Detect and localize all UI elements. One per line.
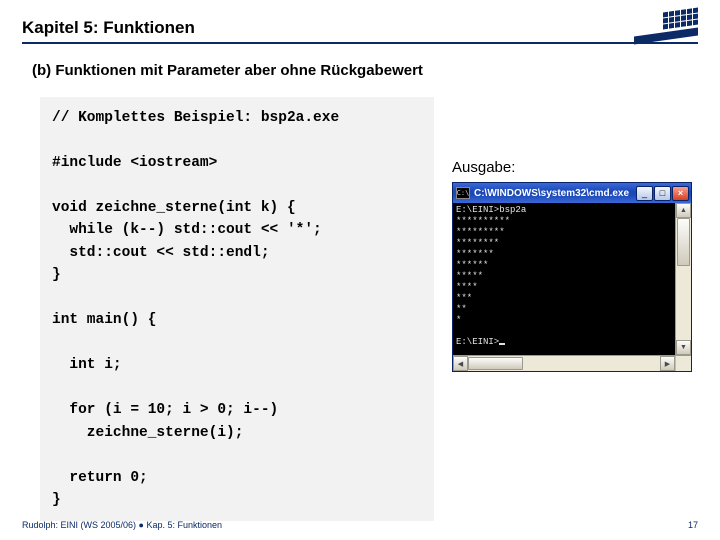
out-line: *******: [456, 249, 494, 259]
maximize-button[interactable]: □: [654, 186, 671, 201]
cursor-icon: [499, 343, 505, 345]
horizontal-scrollbar[interactable]: ◀ ▶: [453, 355, 691, 371]
logo-icon: [634, 12, 698, 42]
scroll-left-button[interactable]: ◀: [453, 356, 468, 371]
prompt: E:\EINI>: [456, 337, 499, 347]
vertical-scrollbar[interactable]: ▲ ▼: [675, 203, 691, 355]
minimize-button[interactable]: _: [636, 186, 653, 201]
scroll-track[interactable]: [468, 356, 660, 371]
footer: Rudolph: EINI (WS 2005/06) ● Kap. 5: Fun…: [22, 520, 698, 530]
scroll-track[interactable]: [676, 218, 691, 340]
slide-header: Kapitel 5: Funktionen: [22, 18, 698, 44]
out-line: ******: [456, 260, 488, 270]
out-line: *: [456, 315, 461, 325]
typed-command: bsp2a: [499, 205, 526, 215]
scroll-down-button[interactable]: ▼: [676, 340, 691, 355]
out-line: ****: [456, 282, 478, 292]
subsection-heading: (b) Funktionen mit Parameter aber ohne R…: [32, 62, 698, 79]
out-line: *****: [456, 271, 483, 281]
code-block: // Komplettes Beispiel: bsp2a.exe #inclu…: [40, 97, 434, 521]
close-button[interactable]: ×: [672, 186, 689, 201]
out-line: ***: [456, 293, 472, 303]
page-number: 17: [688, 520, 698, 530]
out-line: *********: [456, 227, 505, 237]
slide: Kapitel 5: Funktionen (b) Funktionen mit…: [0, 0, 720, 540]
out-line: **********: [456, 216, 510, 226]
cmd-window: C:\ C:\WINDOWS\system32\cmd.exe _ □ × E:…: [452, 182, 692, 372]
cmd-output: E:\EINI>bsp2a ********** ********* *****…: [453, 203, 675, 355]
scroll-corner: [675, 356, 691, 371]
chapter-title: Kapitel 5: Funktionen: [22, 18, 698, 42]
prompt: E:\EINI>: [456, 205, 499, 215]
scroll-right-button[interactable]: ▶: [660, 356, 675, 371]
content-row: // Komplettes Beispiel: bsp2a.exe #inclu…: [40, 97, 692, 521]
cmd-icon: C:\: [456, 187, 470, 199]
footer-text: Rudolph: EINI (WS 2005/06) ● Kap. 5: Fun…: [22, 520, 222, 530]
cmd-body: E:\EINI>bsp2a ********** ********* *****…: [453, 203, 691, 355]
scroll-thumb[interactable]: [468, 357, 523, 370]
window-buttons: _ □ ×: [636, 186, 689, 201]
output-label: Ausgabe:: [452, 159, 692, 176]
output-column: Ausgabe: C:\ C:\WINDOWS\system32\cmd.exe…: [452, 97, 692, 521]
window-title: C:\WINDOWS\system32\cmd.exe: [474, 188, 632, 199]
out-line: ********: [456, 238, 499, 248]
titlebar: C:\ C:\WINDOWS\system32\cmd.exe _ □ ×: [453, 183, 691, 203]
scroll-up-button[interactable]: ▲: [676, 203, 691, 218]
scroll-thumb[interactable]: [677, 218, 690, 266]
out-line: **: [456, 304, 467, 314]
header-rule: [22, 42, 698, 44]
